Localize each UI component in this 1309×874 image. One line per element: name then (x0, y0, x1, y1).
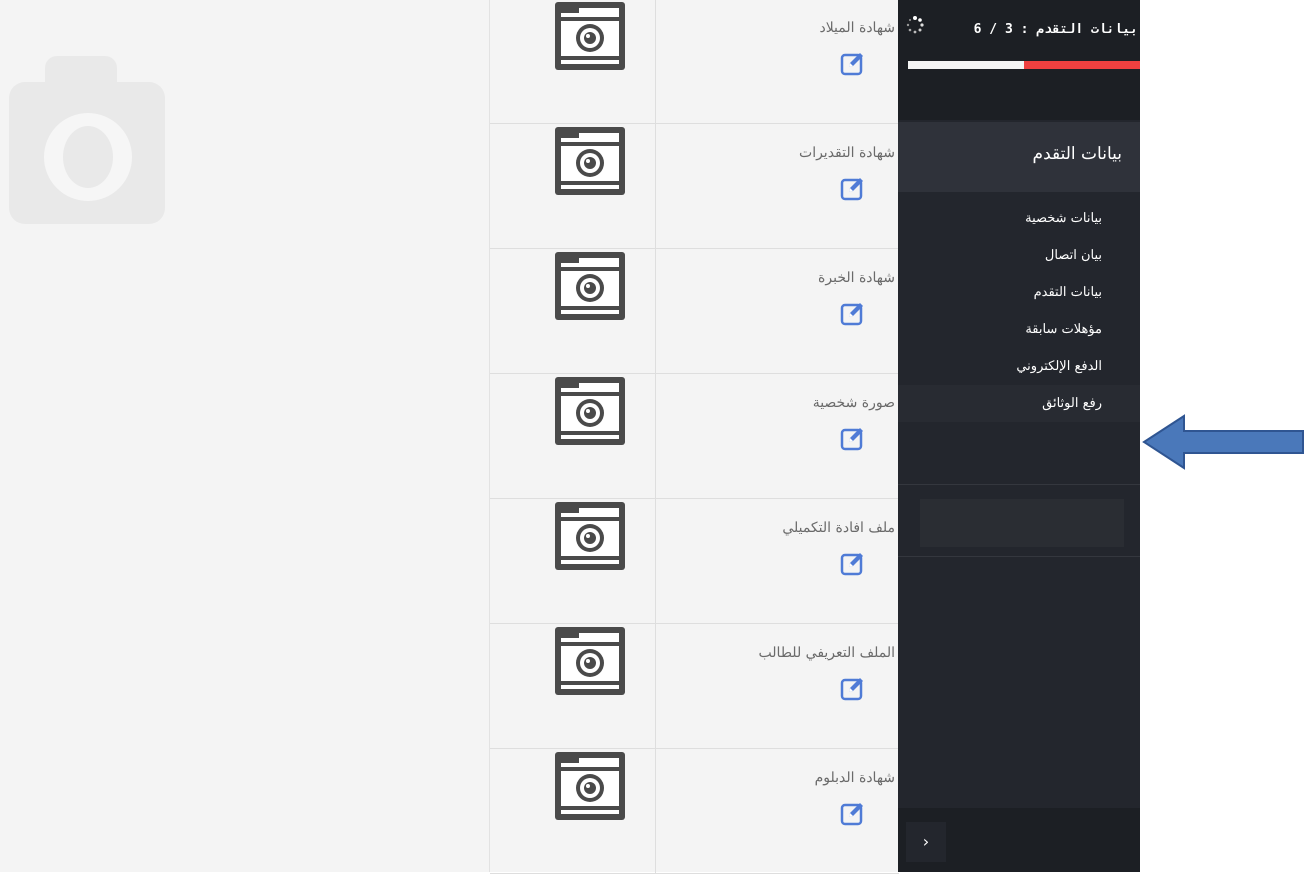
document-row: ملف افادة التكميلي (490, 498, 899, 624)
document-thumbnail[interactable] (490, 623, 656, 748)
progress-text: بيانات التقدم : 3 / 6 (973, 22, 1138, 37)
sidebar-item-contact-info[interactable]: بيان اتصال (898, 237, 1140, 274)
photo-preview-panel (0, 0, 489, 872)
sidebar-item-personal-data[interactable]: بيانات شخصية (898, 200, 1140, 237)
document-label: شهادة الدبلوم (814, 770, 895, 786)
left-arrow-icon (1142, 414, 1304, 470)
edit-icon[interactable] (840, 50, 866, 76)
document-row: شهادة الدبلوم (490, 748, 899, 874)
document-thumbnail[interactable] (490, 0, 656, 123)
camera-icon (555, 752, 625, 820)
edit-icon[interactable] (840, 550, 866, 576)
document-label: ملف افادة التكميلي (782, 520, 895, 536)
sidebar-item-upload-documents[interactable]: رفع الوثائق (898, 385, 1140, 422)
sidebar: بيانات التقدم : 3 / 6 بيانات التقدم بيان… (898, 0, 1140, 872)
divider (898, 556, 1140, 557)
document-label: شهادة الميلاد (819, 20, 895, 36)
document-thumbnail[interactable] (490, 498, 656, 623)
document-row: الملف التعريفي للطالب (490, 623, 899, 749)
document-thumbnail[interactable] (490, 123, 656, 248)
collapse-sidebar-button[interactable]: › (906, 822, 946, 862)
document-label: الملف التعريفي للطالب (758, 645, 895, 661)
document-label: صورة شخصية (812, 395, 895, 411)
document-row: شهادة التقديرات (490, 123, 899, 249)
document-row: صورة شخصية (490, 373, 899, 499)
section-heading-box: بيانات التقدم (898, 122, 1140, 192)
edit-icon[interactable] (840, 675, 866, 701)
document-label: شهادة التقديرات (799, 145, 895, 161)
camera-icon (555, 2, 625, 70)
sidebar-footer: › (898, 808, 1140, 872)
progress-header: بيانات التقدم : 3 / 6 (898, 0, 1140, 120)
empty-sidebar-block (920, 499, 1124, 547)
document-thumbnail[interactable] (490, 248, 656, 373)
large-camera-placeholder-icon (9, 56, 165, 224)
document-list: شهادة الميلاد شهادة التقديرات شهادة الخبرة… (489, 0, 899, 874)
document-thumbnail[interactable] (490, 373, 656, 498)
camera-icon (555, 502, 625, 570)
progress-bar-fill (908, 61, 1024, 69)
sidebar-item-electronic-payment[interactable]: الدفع الإلكتروني (898, 348, 1140, 385)
edit-icon[interactable] (840, 425, 866, 451)
document-row: شهادة الخبرة (490, 248, 899, 374)
spinner-icon (906, 16, 924, 34)
sidebar-item-application-data[interactable]: بيانات التقدم (898, 274, 1140, 311)
document-thumbnail[interactable] (490, 748, 656, 873)
section-title: بيانات التقدم (1032, 144, 1122, 164)
camera-icon (555, 377, 625, 445)
progress-bar (908, 61, 1140, 69)
camera-icon (555, 127, 625, 195)
document-row: شهادة الميلاد (490, 0, 899, 124)
camera-icon (555, 627, 625, 695)
sidebar-item-previous-qualifications[interactable]: مؤهلات سابقة (898, 311, 1140, 348)
edit-icon[interactable] (840, 300, 866, 326)
camera-icon (555, 252, 625, 320)
edit-icon[interactable] (840, 800, 866, 826)
sidebar-menu: بيانات شخصية بيان اتصال بيانات التقدم مؤ… (898, 200, 1140, 422)
document-label: شهادة الخبرة (818, 270, 895, 286)
edit-icon[interactable] (840, 175, 866, 201)
divider (898, 484, 1140, 485)
